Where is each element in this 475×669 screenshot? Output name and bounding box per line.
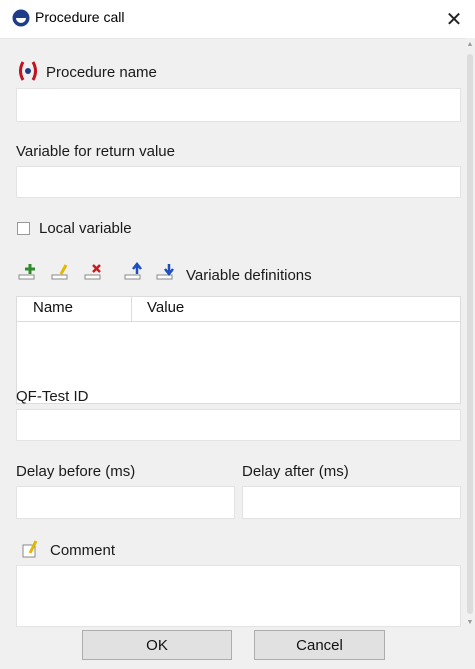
move-down-icon[interactable] xyxy=(156,262,176,282)
form-content: Procedure name Variable for return value… xyxy=(0,38,465,630)
return-variable-input[interactable] xyxy=(16,166,461,198)
local-variable-label: Local variable xyxy=(39,220,132,237)
procedure-call-icon xyxy=(19,61,37,81)
column-header-name[interactable]: Name xyxy=(33,299,73,316)
delay-after-label: Delay after (ms) xyxy=(242,463,349,480)
qftest-id-input[interactable] xyxy=(16,409,461,441)
return-variable-label: Variable for return value xyxy=(16,143,175,160)
ok-button[interactable]: OK xyxy=(82,630,232,660)
close-icon[interactable]: ✕ xyxy=(433,0,475,38)
comment-textarea[interactable] xyxy=(16,565,461,627)
qftest-id-label: QF-Test ID xyxy=(16,388,89,405)
delay-before-input[interactable] xyxy=(16,486,235,519)
vertical-scrollbar[interactable]: ▲ ▼ xyxy=(465,38,475,630)
procedure-name-input[interactable] xyxy=(16,88,461,122)
scroll-down-icon[interactable]: ▼ xyxy=(466,618,474,628)
local-variable-checkbox[interactable] xyxy=(17,222,30,235)
delay-after-input[interactable] xyxy=(242,486,461,519)
add-row-icon[interactable] xyxy=(18,262,38,282)
window-title: Procedure call xyxy=(35,9,125,25)
qftest-app-icon xyxy=(12,9,30,27)
procedure-name-label: Procedure name xyxy=(46,64,157,81)
comment-label: Comment xyxy=(50,542,116,559)
scroll-up-icon[interactable]: ▲ xyxy=(466,40,474,50)
edit-row-icon[interactable] xyxy=(51,262,71,282)
delay-before-label: Delay before (ms) xyxy=(16,463,136,480)
variable-definitions-label: Variable definitions xyxy=(186,267,312,284)
delete-row-icon[interactable] xyxy=(84,262,104,282)
scrollbar-thumb[interactable] xyxy=(467,54,473,614)
cancel-button[interactable]: Cancel xyxy=(254,630,385,660)
title-bar: Procedure call ✕ xyxy=(0,0,475,39)
move-up-icon[interactable] xyxy=(124,262,144,282)
table-header: Name Value xyxy=(17,297,460,322)
column-header-value[interactable]: Value xyxy=(147,299,184,316)
comment-icon xyxy=(22,540,38,558)
column-divider xyxy=(131,297,132,321)
dialog-buttons: OK Cancel xyxy=(0,630,475,669)
